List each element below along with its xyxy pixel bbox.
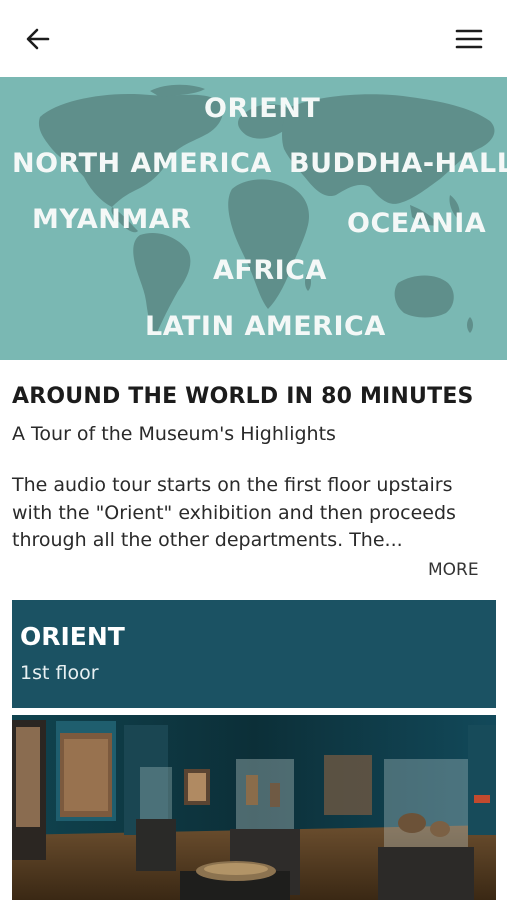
top-bar: [0, 0, 507, 77]
region-myanmar[interactable]: MYANMAR: [32, 204, 191, 235]
back-button[interactable]: [20, 22, 56, 56]
hamburger-menu-icon: [455, 29, 483, 49]
region-latin-america[interactable]: LATIN AMERICA: [145, 311, 386, 342]
menu-button[interactable]: [450, 22, 488, 56]
exhibition-photo[interactable]: [12, 715, 496, 900]
region-north-america[interactable]: NORTH AMERICA: [12, 148, 272, 179]
section-title: ORIENT: [20, 622, 125, 651]
section-card-orient[interactable]: ORIENT 1st floor: [12, 600, 496, 708]
arrow-left-icon: [26, 28, 50, 50]
region-buddha-hall[interactable]: BUDDHA-HALL: [289, 148, 507, 179]
tour-subtitle: A Tour of the Museum's Highlights: [12, 423, 336, 445]
world-map-banner: ORIENT NORTH AMERICA BUDDHA-HALL MYANMAR…: [0, 77, 507, 360]
region-oceania[interactable]: OCEANIA: [347, 208, 486, 239]
region-africa[interactable]: AFRICA: [213, 255, 327, 286]
region-orient[interactable]: ORIENT: [204, 93, 320, 124]
more-link[interactable]: MORE: [428, 560, 479, 580]
exhibition-room-image: [12, 715, 496, 900]
section-floor: 1st floor: [20, 662, 99, 684]
tour-title: AROUND THE WORLD IN 80 MINUTES: [12, 384, 474, 409]
tour-description: The audio tour starts on the first floor…: [12, 474, 456, 551]
